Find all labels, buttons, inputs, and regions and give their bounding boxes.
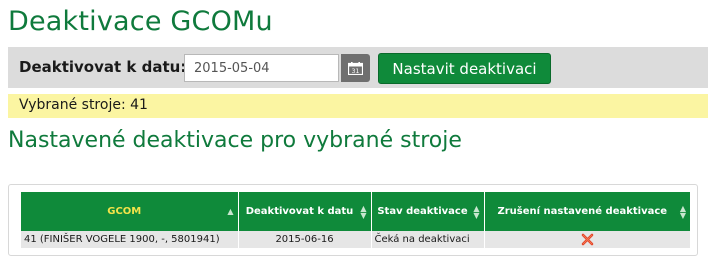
date-label: Deaktivovat k datu: [19, 58, 187, 76]
deactivation-toolbar: Deaktivovat k datu: 31 Nastavit deaktiva… [8, 47, 708, 88]
cell-status: Čeká na deaktivaci [371, 231, 485, 248]
calendar-icon: 31 [348, 61, 363, 75]
section-title: Nastavené deaktivace pro vybrané stroje [8, 128, 462, 153]
cell-cancel [484, 231, 690, 248]
sort-asc-icon[interactable]: ▲ [227, 205, 233, 218]
set-deactivation-button[interactable]: Nastavit deaktivaci [378, 53, 551, 84]
calendar-button[interactable]: 31 [341, 54, 370, 82]
column-header-gcom[interactable]: GCOM ▲ [21, 192, 239, 231]
svg-text:31: 31 [352, 68, 360, 75]
table-row: 41 (FINIŠER VOGELE 1900, -, 5801941) 201… [21, 231, 690, 248]
table-header-row: GCOM ▲ Deaktivovat k datu ▲ ▼ Stav deakti… [21, 192, 690, 231]
cell-gcom: 41 (FINIŠER VOGELE 1900, -, 5801941) [21, 231, 239, 248]
column-header-status[interactable]: Stav deaktivace ▲ ▼ [371, 192, 485, 231]
selected-machines-count: Vybrané stroje: 41 [19, 97, 148, 113]
sort-icon[interactable]: ▲ ▼ [680, 204, 686, 219]
column-header-cancel[interactable]: Zrušení nastavené deaktivace ▲ ▼ [484, 192, 690, 231]
date-input[interactable] [184, 54, 339, 82]
cancel-x-icon[interactable] [581, 233, 594, 246]
deactivations-table-panel: GCOM ▲ Deaktivovat k datu ▲ ▼ Stav deakti… [8, 184, 698, 256]
column-header-date[interactable]: Deaktivovat k datu ▲ ▼ [238, 192, 372, 231]
sort-icon[interactable]: ▲ ▼ [473, 204, 479, 219]
cell-date: 2015-06-16 [238, 231, 372, 248]
deactivations-table: GCOM ▲ Deaktivovat k datu ▲ ▼ Stav deakti… [21, 192, 690, 248]
sort-icon[interactable]: ▲ ▼ [360, 204, 366, 219]
selected-machines-bar: Vybrané stroje: 41 [8, 94, 708, 118]
page-title: Deaktivace GCOMu [8, 6, 273, 37]
